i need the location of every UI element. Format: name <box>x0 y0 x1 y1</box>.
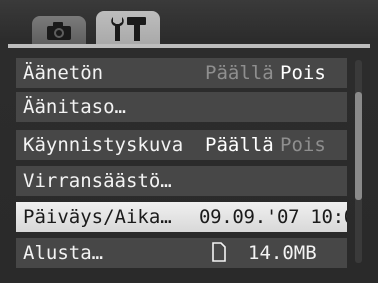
menu-item-label: Äänetön <box>23 62 104 84</box>
menu-item-mute[interactable]: Äänetön Päällä Pois <box>16 58 347 88</box>
tab-camera[interactable] <box>32 16 86 45</box>
tab-tools[interactable] <box>96 11 160 45</box>
camera-icon <box>47 21 71 40</box>
date-time-value: 09.09.'07 10:00 <box>199 206 347 228</box>
menu-item-date-time[interactable]: Päiväys/Aika… 09.09.'07 10:00 <box>16 202 347 232</box>
menu-item-start-image[interactable]: Käynnistyskuva Päällä Pois <box>16 130 347 160</box>
settings-screen: Äänetön Päällä Pois Äänitaso… Käynnistys… <box>0 0 378 283</box>
tab-divider <box>8 44 370 48</box>
option-off[interactable]: Pois <box>280 130 326 160</box>
menu-item-format[interactable]: Alusta… 14.0MB <box>16 238 347 268</box>
menu-item-volume[interactable]: Äänitaso… <box>16 92 347 122</box>
scrollbar-thumb[interactable] <box>355 92 362 200</box>
menu-item-label: Äänitaso… <box>23 96 126 118</box>
menu-item-label: Virransäästö… <box>23 170 172 192</box>
menu-item-power-saving[interactable]: Virransäästö… <box>16 166 347 196</box>
wrench-hammer-icon <box>111 17 146 41</box>
menu-item-label: Käynnistyskuva <box>23 134 184 156</box>
option-on[interactable]: Päällä <box>205 130 274 160</box>
memory-card-icon <box>212 242 226 262</box>
option-on[interactable]: Päällä <box>205 58 274 88</box>
card-capacity-value: 14.0MB <box>248 242 317 264</box>
menu-item-label: Päiväys/Aika… <box>23 206 172 228</box>
menu-item-label: Alusta… <box>23 242 104 264</box>
option-off[interactable]: Pois <box>280 58 326 88</box>
